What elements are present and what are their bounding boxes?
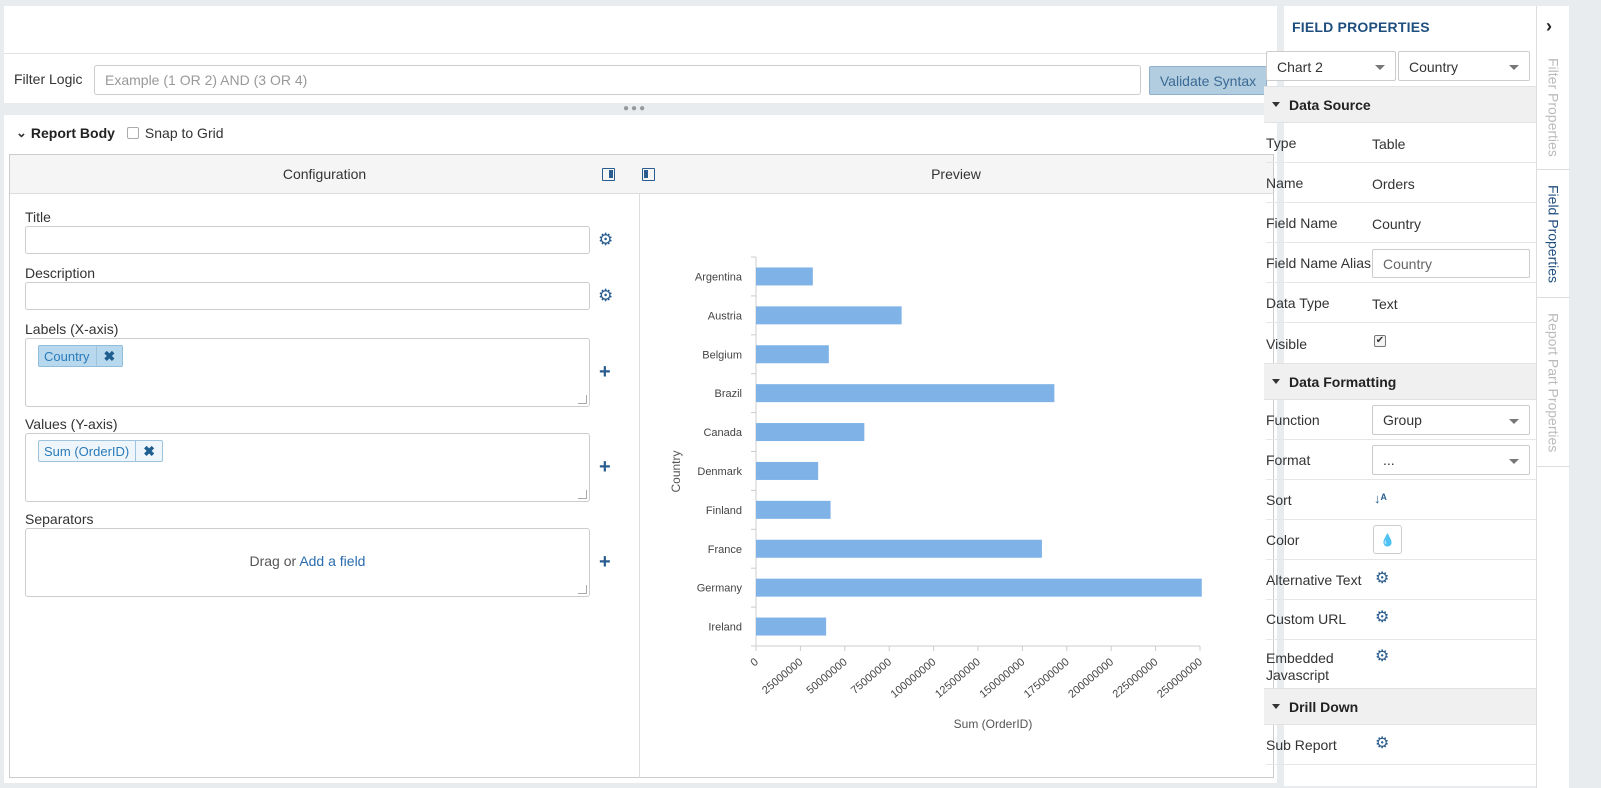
report-body-header: ⌄ Report Body Snap to Grid — [16, 125, 224, 141]
y-tick-label: Ireland — [708, 622, 742, 634]
x-tick-label: 125000000 — [933, 656, 983, 701]
remove-icon[interactable]: ✖ — [95, 346, 123, 366]
x-tick-label: 100000000 — [889, 656, 939, 701]
report-body-title[interactable]: Report Body — [31, 125, 115, 141]
top-blank-area — [4, 6, 1277, 53]
collapse-preview-icon[interactable] — [642, 168, 655, 181]
x-tick-label: 25000000 — [760, 656, 805, 697]
y-tick-label: Austria — [708, 310, 743, 322]
x-tick-label: 250000000 — [1155, 656, 1205, 701]
x-tick-label: 50000000 — [805, 656, 850, 697]
bar-finland — [756, 500, 831, 519]
field-properties-panel: FIELD PROPERTIES Chart 2 Country Data So… — [1264, 6, 1569, 786]
bar-brazil — [756, 384, 1055, 403]
y-tick-label: Canada — [703, 427, 742, 439]
description-label: Description — [25, 265, 96, 281]
remove-icon[interactable]: ✖ — [135, 441, 162, 461]
values-y-axis-label: Values (Y-axis) — [25, 416, 118, 432]
filter-logic-label: Filter Logic — [14, 71, 83, 87]
y-tick-label: France — [708, 544, 742, 556]
add-label-plus-icon[interactable]: + — [599, 362, 611, 382]
preview-header: Preview — [639, 155, 1273, 194]
separators-label: Separators — [25, 511, 94, 527]
separators-drag-hint: Drag or Add a field — [249, 553, 366, 569]
bar-denmark — [756, 461, 819, 480]
splitter-handle[interactable]: ●●● — [623, 104, 647, 114]
x-tick-label: 225000000 — [1111, 656, 1161, 701]
labels-country-chip[interactable]: Country ✖ — [38, 345, 124, 367]
preview-bar-chart: Argentina Austria Belgium Brazil Canada Denma… — [669, 256, 1205, 731]
x-tick-label: 150000000 — [977, 656, 1027, 701]
prop-row-sub-report: Sub Report ⚙ — [1266, 725, 1551, 765]
separators-drop-zone[interactable]: Drag or Add a field — [25, 528, 590, 597]
bar-ireland — [756, 617, 827, 636]
add-a-field-link[interactable]: Add a field — [299, 553, 365, 569]
sub-report-gear-icon[interactable]: ⚙ — [1375, 736, 1389, 752]
bar-belgium — [756, 345, 829, 364]
x-tick-label: 175000000 — [1022, 656, 1072, 701]
side-tabs: › Filter Properties Field Properties Rep… — [1536, 6, 1570, 788]
y-tick-label: Denmark — [697, 466, 742, 478]
chip-label: Country — [44, 348, 90, 364]
y-tick-label: Argentina — [695, 271, 743, 283]
labels-drop-zone[interactable]: Country ✖ — [25, 338, 590, 407]
chevron-right-icon[interactable]: › — [1546, 16, 1552, 37]
description-settings-gear-icon[interactable]: ⚙ — [598, 287, 613, 304]
collapse-configuration-icon[interactable] — [602, 168, 615, 181]
x-axis-title: Sum (OrderID) — [954, 717, 1033, 731]
chart-designer: Configuration Preview Title ⚙ Descriptio… — [9, 154, 1274, 778]
description-input[interactable] — [25, 282, 590, 310]
configuration-header: Configuration — [10, 155, 639, 194]
bar-france — [756, 539, 1042, 558]
x-tick-label: 200000000 — [1066, 656, 1116, 701]
filter-logic-input[interactable] — [94, 65, 1141, 95]
chip-label: Sum (OrderID) — [44, 443, 130, 459]
snap-to-grid-label: Snap to Grid — [144, 125, 224, 141]
bar-argentina — [756, 267, 813, 286]
bar-austria — [756, 306, 902, 325]
title-label: Title — [25, 209, 51, 225]
preview-title: Preview — [931, 166, 981, 182]
drilldown-list: Sub Report ⚙ — [1266, 6, 1551, 786]
snap-to-grid-checkbox[interactable] — [126, 127, 139, 139]
labels-x-axis-label: Labels (X-axis) — [25, 321, 119, 337]
bar-canada — [756, 423, 865, 442]
x-tick-label: 0 — [749, 656, 761, 669]
y-tick-label: Belgium — [702, 349, 742, 361]
add-separator-plus-icon[interactable]: + — [599, 552, 611, 572]
tab-report-part-properties[interactable]: Report Part Properties — [1537, 299, 1570, 467]
bar-germany — [756, 578, 1202, 597]
y-tick-label: Germany — [697, 583, 743, 595]
add-value-plus-icon[interactable]: + — [599, 457, 611, 477]
y-axis-title: Country — [669, 450, 683, 492]
y-tick-label: Finland — [706, 505, 742, 517]
validate-syntax-button[interactable]: Validate Syntax — [1149, 66, 1267, 95]
y-tick-label: Brazil — [714, 388, 742, 400]
x-tick-label: 75000000 — [849, 656, 894, 697]
filter-logic-bar: Filter Logic Validate Syntax — [4, 53, 1277, 103]
tab-filter-properties[interactable]: Filter Properties — [1537, 46, 1570, 170]
values-drop-zone[interactable]: Sum (OrderID) ✖ — [25, 433, 590, 502]
tab-field-properties[interactable]: Field Properties — [1537, 171, 1570, 298]
values-sum-orderid-chip[interactable]: Sum (OrderID) ✖ — [38, 440, 163, 462]
report-body-panel: ⌄ Report Body Snap to Grid Configuration… — [4, 115, 1277, 783]
configuration-title: Configuration — [282, 166, 367, 182]
chevron-down-icon[interactable]: ⌄ — [16, 125, 27, 141]
title-settings-gear-icon[interactable]: ⚙ — [598, 231, 613, 248]
title-input[interactable] — [25, 226, 590, 254]
